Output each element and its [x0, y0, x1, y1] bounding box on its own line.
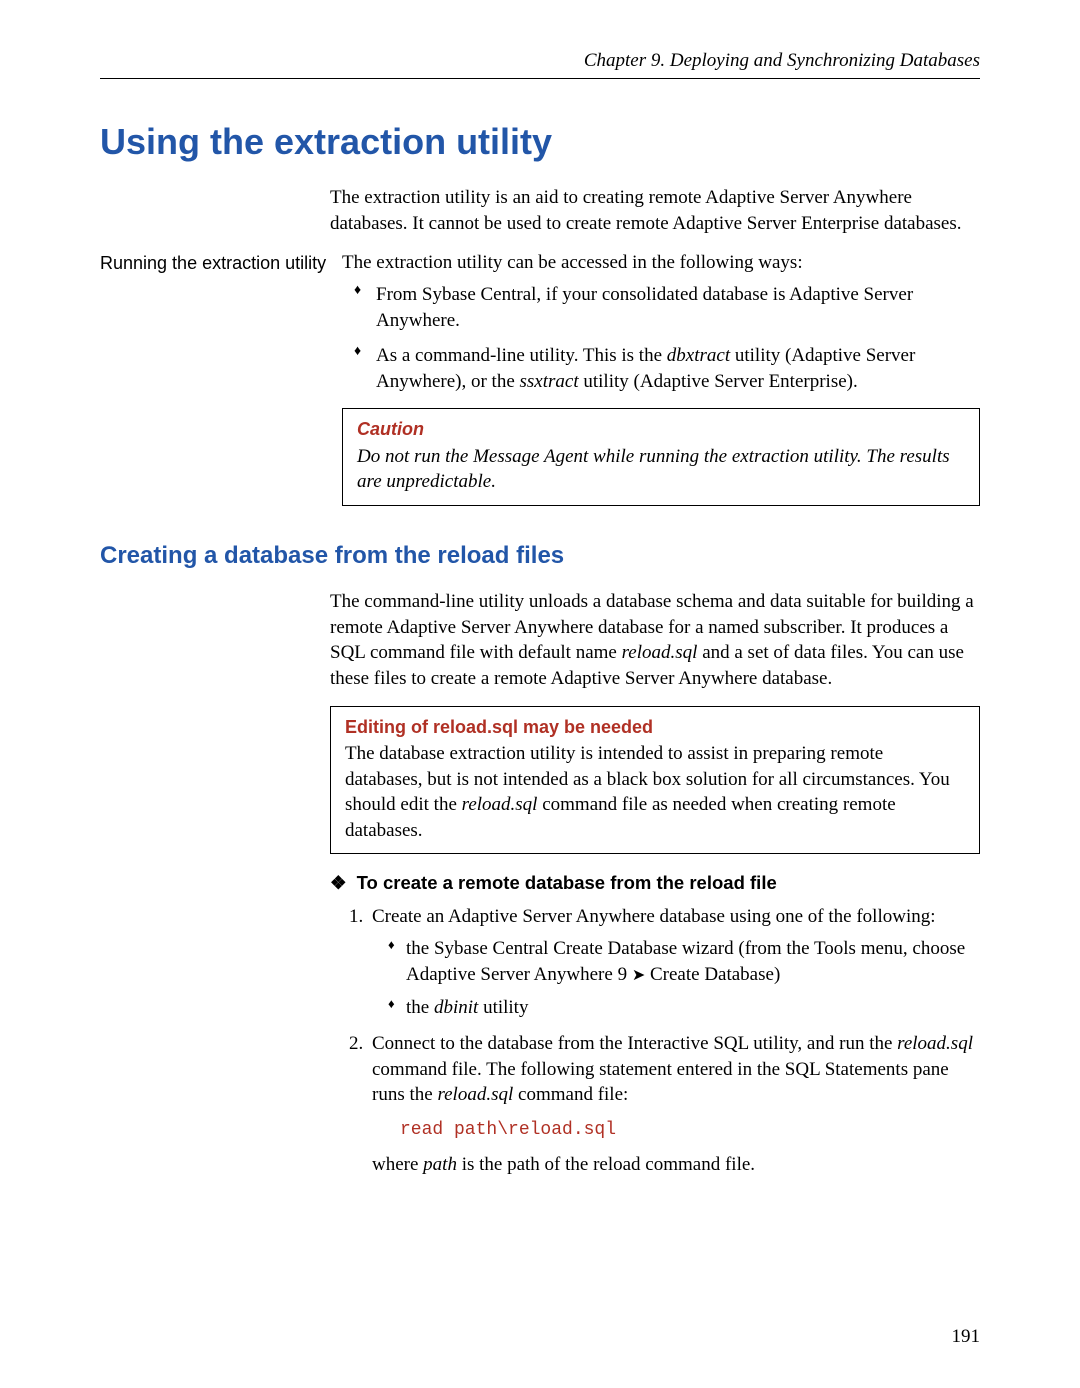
list-item: From Sybase Central, if your consolidate… [362, 282, 980, 333]
text-fragment: where [372, 1154, 423, 1175]
editing-note-body: The database extraction utility is inten… [345, 743, 950, 841]
list-item: the Sybase Central Create Database wizar… [394, 936, 980, 987]
reload-paragraph: The command-line utility unloads a datab… [330, 589, 980, 692]
text-fragment: is the path of the reload command file. [457, 1154, 755, 1175]
text-fragment: As a command-line utility. This is the [376, 345, 667, 366]
caution-title: Caution [357, 417, 965, 441]
step-lead: Create an Adaptive Server Anywhere datab… [372, 906, 936, 927]
filename: reload.sql [462, 794, 538, 815]
diamond-bullet-icon: ❖ [330, 872, 347, 894]
step1-options: the Sybase Central Create Database wizar… [372, 936, 980, 1021]
margin-label: Running the extraction utility [100, 250, 342, 275]
page-container: Chapter 9. Deploying and Synchronizing D… [0, 0, 1080, 1388]
utility-name: dbinit [434, 997, 478, 1018]
step-item: Connect to the database from the Interac… [368, 1031, 980, 1178]
text-fragment: utility [478, 997, 528, 1018]
reload-content: The command-line utility unloads a datab… [330, 589, 980, 1178]
text-fragment: utility (Adaptive Server Enterprise). [579, 371, 858, 392]
caution-body: Do not run the Message Agent while runni… [357, 446, 950, 493]
filename: reload.sql [437, 1084, 513, 1105]
run-utility-section: Running the extraction utility The extra… [100, 250, 980, 524]
procedure-heading: ❖ To create a remote database from the r… [330, 872, 980, 894]
text-fragment: Create Database) [645, 964, 780, 985]
subsection-heading: Creating a database from the reload file… [100, 542, 980, 570]
list-item: As a command-line utility. This is the d… [362, 343, 980, 394]
page-number: 191 [952, 1326, 981, 1348]
procedure-title: To create a remote database from the rel… [357, 872, 777, 894]
editing-note-box: Editing of reload.sql may be needed The … [330, 706, 980, 855]
intro-paragraph: The extraction utility is an aid to crea… [330, 185, 980, 236]
list-item: the dbinit utility [394, 995, 980, 1021]
lead-text: The extraction utility can be accessed i… [342, 250, 980, 276]
code-sample: read path\reload.sql [400, 1118, 980, 1142]
text-fragment: the [406, 997, 434, 1018]
path-variable: path [423, 1154, 457, 1175]
editing-note-title: Editing of reload.sql may be needed [345, 715, 965, 739]
procedure-steps: Create an Adaptive Server Anywhere datab… [330, 904, 980, 1177]
text-fragment: Connect to the database from the Interac… [372, 1033, 897, 1054]
intro-block: The extraction utility is an aid to crea… [330, 185, 980, 236]
arrow-icon: ➤ [632, 967, 645, 984]
run-utility-content: The extraction utility can be accessed i… [342, 250, 980, 524]
text-fragment: command file: [513, 1084, 628, 1105]
filename: reload.sql [897, 1033, 973, 1054]
caution-box: Caution Do not run the Message Agent whi… [342, 408, 980, 506]
chapter-title: Chapter 9. Deploying and Synchronizing D… [584, 50, 980, 71]
access-methods-list: From Sybase Central, if your consolidate… [342, 282, 980, 395]
utility-name: dbxtract [667, 345, 730, 366]
utility-name: ssxtract [520, 371, 579, 392]
filename: reload.sql [622, 642, 698, 663]
running-header: Chapter 9. Deploying and Synchronizing D… [100, 50, 980, 79]
page-title: Using the extraction utility [100, 121, 980, 163]
step-item: Create an Adaptive Server Anywhere datab… [368, 904, 980, 1021]
